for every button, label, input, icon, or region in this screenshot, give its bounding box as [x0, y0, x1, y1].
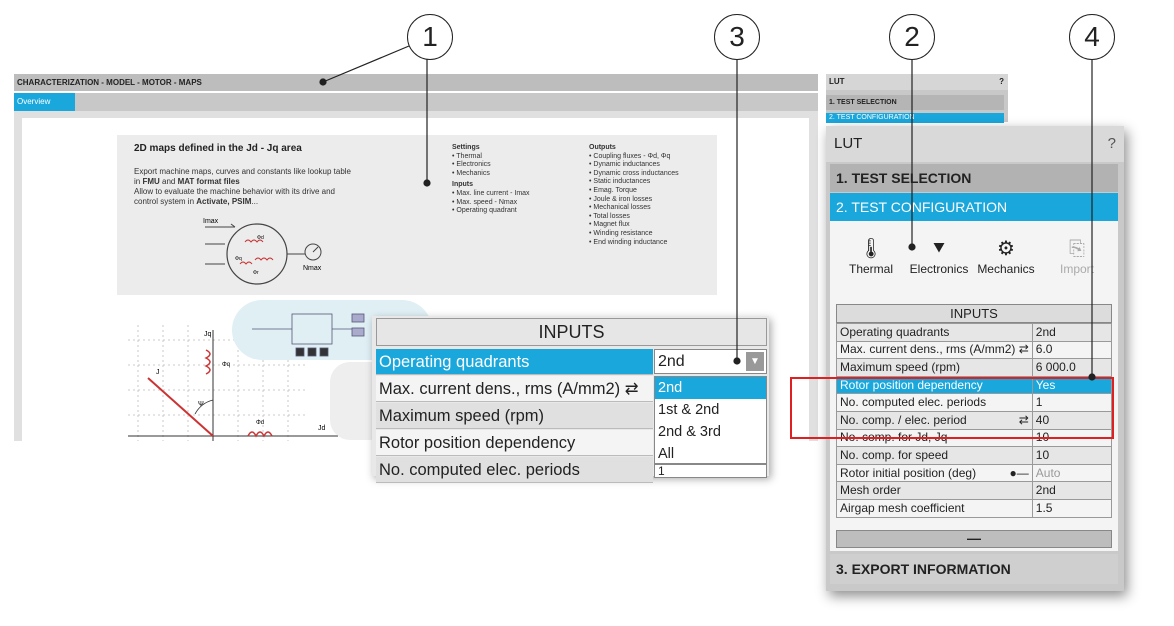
row-value[interactable]: 2nd: [1031, 481, 1113, 500]
import-button[interactable]: ⎘ Import: [1046, 236, 1108, 276]
thermometer-icon: 🌡: [858, 238, 884, 260]
help-icon[interactable]: ?: [1108, 126, 1116, 162]
section-test-selection[interactable]: 1. TEST SELECTION: [830, 164, 1118, 192]
table-row: Rotor initial position (deg) ●— Auto: [836, 463, 1113, 483]
table-row: Operating quadrants 2nd: [836, 323, 1113, 342]
phi-d-diagram-label: Φd: [256, 420, 264, 426]
table-row: Mesh order 2nd: [836, 481, 1113, 500]
help-icon-small: ?: [999, 77, 1004, 86]
j-vector-label: J: [156, 369, 160, 376]
phi-q-diagram-label: Φq: [222, 362, 230, 368]
link-icon: ●—: [1009, 465, 1029, 480]
popup-value-periods[interactable]: 1: [654, 464, 767, 478]
row-label: Operating quadrants: [836, 323, 1033, 342]
outputs-list: Outputs Coupling fluxes - Φd, Φq Dynamic…: [589, 144, 714, 247]
callout-1: 1: [407, 14, 453, 60]
diode-icon: ⯆: [931, 238, 947, 260]
row-label: Maximum speed (rpm): [836, 358, 1033, 377]
psi-label: Ψ: [198, 401, 204, 408]
swap-icon: ⇄: [624, 380, 639, 398]
mechanics-button[interactable]: ⚙ Mechanics: [975, 236, 1037, 276]
motor-schematic-diagram: Imax Nmax Φd Φq Φr: [203, 218, 322, 285]
phi-d-label: Φd: [257, 235, 264, 241]
row-value[interactable]: 1.5: [1031, 498, 1113, 518]
popup-row-max-speed[interactable]: Maximum speed (rpm): [376, 403, 653, 429]
section-export-information[interactable]: 3. EXPORT INFORMATION: [830, 554, 1118, 584]
table-row: No. comp. for speed 10: [836, 446, 1113, 465]
row-value[interactable]: 6 000.0: [1031, 358, 1113, 377]
import-icon: ⎘: [1069, 238, 1085, 260]
inputs-table-header: INPUTS: [836, 304, 1112, 323]
row-value[interactable]: Auto: [1031, 463, 1113, 483]
popup-inputs-header: INPUTS: [376, 318, 767, 346]
nmax-label: Nmax: [303, 265, 322, 272]
lut-small-test-selection[interactable]: 1. TEST SELECTION: [826, 95, 1004, 110]
callout-3: 3: [714, 14, 760, 60]
row-value[interactable]: 6.0: [1031, 340, 1113, 360]
settings-list: Settings Thermal Electronics Mechanics I…: [452, 144, 572, 216]
phi-r-label: Φr: [253, 270, 259, 276]
lut-small-test-configuration[interactable]: 2. TEST CONFIGURATION: [826, 113, 1004, 123]
row-label: Max. current dens., rms (A/mm2) ⇄: [836, 340, 1033, 360]
popup-row-rotor-position[interactable]: Rotor position dependency: [376, 430, 653, 456]
imax-label: Imax: [203, 218, 219, 225]
popup-row-computed-periods[interactable]: No. computed elec. periods: [376, 457, 653, 483]
option-2nd[interactable]: 2nd: [655, 377, 766, 399]
operating-quadrants-select[interactable]: 2nd ▼: [654, 349, 767, 374]
highlight-box: [790, 377, 1114, 439]
callout-4: 4: [1069, 14, 1115, 60]
popup-row-max-current[interactable]: Max. current dens., rms (A/mm2) ⇄: [376, 376, 653, 402]
jq-axis-label: Jq: [204, 331, 212, 338]
tab-overview[interactable]: Overview: [14, 93, 75, 111]
gears-icon: ⚙: [997, 238, 1015, 260]
section-test-configuration[interactable]: 2. TEST CONFIGURATION: [830, 193, 1118, 221]
option-2nd-3rd[interactable]: 2nd & 3rd: [655, 421, 766, 443]
row-value[interactable]: 10: [1031, 446, 1113, 465]
lut-title: LUT ?: [826, 126, 1124, 162]
lut-small-title: LUT?: [826, 74, 1008, 90]
callout-2: 2: [889, 14, 935, 60]
option-all[interactable]: All: [655, 443, 766, 465]
popup-row-operating-quadrants[interactable]: Operating quadrants: [376, 349, 653, 375]
row-label: Airgap mesh coefficient: [836, 498, 1033, 518]
operating-quadrants-dropdown: 2nd 1st & 2nd 2nd & 3rd All: [654, 376, 767, 464]
table-row: Airgap mesh coefficient 1.5: [836, 498, 1113, 518]
overview-description: Export machine maps, curves and constant…: [134, 167, 352, 206]
swap-icon: ⇄: [1018, 342, 1029, 357]
jd-axis-label: Jd: [318, 425, 326, 432]
row-label: No. comp. for speed: [836, 446, 1033, 465]
main-window-title: CHARACTERIZATION - MODEL - MOTOR - MAPS: [14, 74, 818, 91]
thermal-button[interactable]: 🌡 Thermal: [840, 236, 902, 276]
row-label: Rotor initial position (deg) ●—: [836, 463, 1033, 483]
row-label: Mesh order: [836, 481, 1033, 500]
table-row: Max. current dens., rms (A/mm2) ⇄ 6.0: [836, 340, 1113, 360]
row-value[interactable]: 2nd: [1031, 323, 1113, 342]
overview-heading: 2D maps defined in the Jd - Jq area: [134, 143, 302, 154]
option-1st-2nd[interactable]: 1st & 2nd: [655, 399, 766, 421]
phi-q-label: Φq: [235, 256, 242, 262]
table-row: Maximum speed (rpm) 6 000.0: [836, 358, 1113, 377]
tab-bar: [14, 93, 818, 111]
chevron-down-icon[interactable]: ▼: [746, 352, 764, 371]
electronics-button[interactable]: ⯆ Electronics: [908, 236, 970, 276]
collapse-button[interactable]: —: [836, 530, 1112, 548]
